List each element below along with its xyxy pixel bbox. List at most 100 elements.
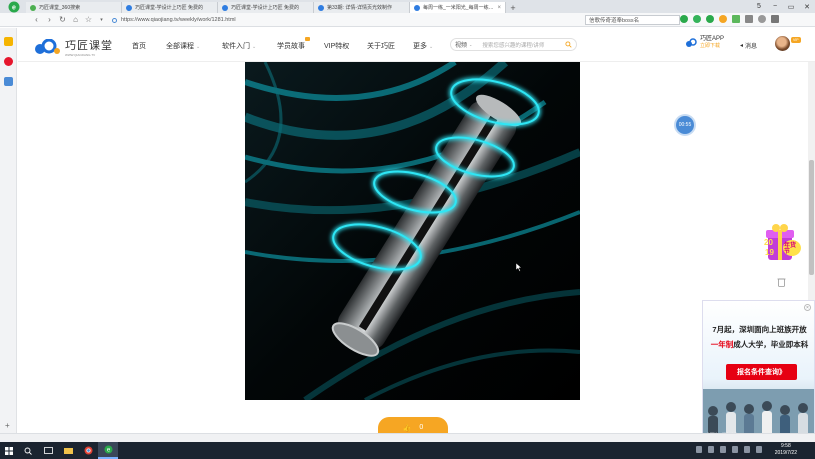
clock-date: 2019/7/22 bbox=[774, 450, 797, 456]
close-icon[interactable]: ✕ bbox=[799, 0, 815, 13]
gift-year-bottom: 19 bbox=[765, 248, 774, 257]
logo-icon bbox=[34, 38, 61, 55]
app-title: 巧匠APP bbox=[700, 36, 725, 42]
nav-vip[interactable]: VIP特权 bbox=[324, 41, 367, 51]
tab-favicon bbox=[318, 4, 324, 11]
refresh-icon[interactable]: ↻ bbox=[56, 14, 69, 26]
weibo-icon[interactable] bbox=[4, 57, 13, 66]
taskbar-clock[interactable]: 9:58 2019/7/22 bbox=[775, 443, 797, 457]
minimize-icon[interactable]: − bbox=[767, 0, 783, 13]
tray-icon[interactable] bbox=[696, 446, 702, 453]
ad-close-icon[interactable]: × bbox=[804, 304, 811, 311]
ext-menu-icon[interactable] bbox=[745, 15, 753, 23]
browser-logo-icon[interactable]: e bbox=[0, 0, 26, 13]
bookmark-star-icon[interactable]: ☆ bbox=[82, 14, 95, 26]
brand-sub: WWW.QIAOJIANG.TV bbox=[65, 53, 96, 57]
network-icon[interactable] bbox=[732, 446, 738, 453]
mouse-cursor-icon bbox=[516, 263, 522, 272]
chevron-down-icon[interactable]: ▾ bbox=[95, 14, 108, 26]
add-icon[interactable]: + bbox=[5, 421, 10, 430]
tab-episode-33[interactable]: 第33期: 详情-详情页光效制作 bbox=[314, 2, 410, 13]
ext-orange-icon[interactable] bbox=[719, 15, 727, 23]
window-badge-icon[interactable]: 5 bbox=[751, 0, 767, 13]
tab-qiaojiang-1[interactable]: 巧匠课堂-学设计上巧匠 免费的 bbox=[122, 2, 218, 13]
home-icon[interactable]: ⌂ bbox=[69, 14, 82, 26]
chevron-down-icon: ⌄ bbox=[469, 42, 473, 47]
ad-popup[interactable]: × 7月起，深圳面向上班族开放 一年制成人大学，毕业即本科 报名条件查询》 全国… bbox=[702, 300, 815, 443]
festival-gift-icon[interactable]: 20 19 年货节 bbox=[762, 222, 802, 266]
app-download[interactable]: 巧匠APP 立即下载 bbox=[685, 36, 724, 49]
task-view-icon[interactable] bbox=[38, 442, 58, 459]
vip-badge: VIP bbox=[791, 37, 801, 43]
trash-icon[interactable] bbox=[777, 277, 786, 287]
chevron-down-icon: ⌄ bbox=[195, 44, 201, 50]
taskbar: e 9:58 2019/7/22 bbox=[0, 442, 815, 459]
tray-icon[interactable] bbox=[720, 446, 726, 453]
ad-subline: 一年制成人大学，毕业即本科 bbox=[703, 339, 814, 350]
ad-query-button[interactable]: 报名条件查询》 bbox=[726, 364, 797, 380]
browser-status-bar: + bbox=[0, 421, 815, 442]
maximize-icon[interactable]: ▭ bbox=[783, 0, 799, 13]
tab-favicon bbox=[30, 4, 36, 11]
explorer-icon[interactable] bbox=[58, 442, 78, 459]
browser-tab-bar: e 巧匠课堂_360搜索 巧匠课堂-学设计上巧匠 免费的 巧匠课堂-学设计上巧匠… bbox=[0, 0, 815, 13]
timer-badge[interactable]: 00:55 bbox=[676, 116, 694, 134]
back-icon[interactable]: ‹ bbox=[30, 14, 43, 26]
nav-home[interactable]: 首页 bbox=[132, 41, 166, 51]
search-icon[interactable] bbox=[18, 442, 38, 459]
forward-icon[interactable]: › bbox=[43, 14, 56, 26]
browser-search-text: 信歌传奇道奉boss名 bbox=[589, 18, 640, 24]
browser-search-field[interactable]: 信歌传奇道奉boss名 bbox=[585, 15, 680, 25]
nav-label: 更多 bbox=[413, 43, 427, 50]
new-tab-button[interactable]: + bbox=[506, 2, 520, 13]
search-icon[interactable] bbox=[565, 41, 572, 48]
tab-weekly-practice[interactable]: 每周一练_一米阳光_每周一练_巧 × bbox=[410, 2, 506, 13]
messages-link[interactable]: ◂ 消息 bbox=[740, 41, 757, 50]
site-search[interactable]: 视频 ⌄ 搜索您感兴趣的课程/讲师 bbox=[450, 38, 577, 51]
main-content: 👍 0 00:55 bbox=[18, 62, 808, 433]
tab-close-icon[interactable]: × bbox=[497, 5, 501, 11]
window-icon[interactable] bbox=[4, 77, 13, 86]
star-icon[interactable] bbox=[4, 37, 13, 46]
input-method-icon[interactable] bbox=[756, 446, 762, 453]
search-category-select[interactable]: 视频 bbox=[455, 40, 467, 49]
windows-start-icon[interactable] bbox=[0, 442, 18, 459]
chrome-icon[interactable] bbox=[78, 442, 98, 459]
tab-360-search[interactable]: 巧匠课堂_360搜索 bbox=[26, 2, 122, 13]
volume-icon[interactable] bbox=[744, 446, 750, 453]
nav-about[interactable]: 关于巧匠 bbox=[367, 41, 413, 51]
browser-sidebar bbox=[0, 28, 17, 433]
ext-green-icon[interactable] bbox=[693, 15, 701, 23]
tray-icon[interactable] bbox=[708, 446, 714, 453]
ext-grid-icon[interactable] bbox=[732, 15, 740, 23]
tab-favicon bbox=[222, 4, 228, 11]
menu-icon[interactable] bbox=[771, 15, 779, 23]
url-text: https://www.qiaojiang.tv/weekly/work/128… bbox=[121, 17, 236, 23]
clock-time: 9:58 bbox=[781, 443, 791, 449]
gift-label: 年货节 bbox=[784, 243, 797, 255]
app-subtitle: 立即下载 bbox=[700, 43, 721, 49]
undo-icon[interactable] bbox=[758, 15, 766, 23]
browser-nav-bar: ‹ › ↻ ⌂ ☆ ▾ https://www.qiaojiang.tv/wee… bbox=[0, 13, 815, 27]
scrollbar-thumb[interactable] bbox=[809, 160, 814, 275]
360-browser-icon[interactable]: e bbox=[98, 442, 118, 459]
like-count: 0 bbox=[419, 424, 424, 431]
like-button[interactable]: 👍 0 bbox=[378, 417, 448, 433]
ext-green-icon[interactable] bbox=[680, 15, 688, 23]
nav-student-stories[interactable]: 学员故事 bbox=[277, 37, 324, 51]
nav-software-intro[interactable]: 软件入门 ⌄ bbox=[222, 41, 277, 51]
nav-all-courses[interactable]: 全部课程 ⌄ bbox=[166, 41, 222, 51]
svg-text:e: e bbox=[12, 5, 16, 12]
site-logo[interactable]: 巧匠课堂 WWW.QIAOJIANG.TV bbox=[34, 37, 113, 57]
ext-green-icon[interactable] bbox=[706, 15, 714, 23]
nav-label: 软件入门 bbox=[222, 43, 250, 50]
address-bar[interactable]: https://www.qiaojiang.tv/weekly/work/128… bbox=[112, 15, 562, 25]
nav-more[interactable]: 更多 ⌄ bbox=[413, 41, 443, 51]
avatar[interactable] bbox=[775, 36, 790, 51]
nav-label: 学员故事 bbox=[277, 43, 305, 50]
site-header: 巧匠课堂 WWW.QIAOJIANG.TV 首页 全部课程 ⌄ 软件入门 ⌄ 学… bbox=[18, 28, 815, 62]
secure-icon bbox=[112, 17, 117, 23]
chevron-down-icon: ⌄ bbox=[428, 44, 434, 50]
tab-qiaojiang-2[interactable]: 巧匠课堂-学设计上巧匠 免费的 bbox=[218, 2, 314, 13]
search-input[interactable]: 搜索您感兴趣的课程/讲师 bbox=[482, 41, 544, 49]
